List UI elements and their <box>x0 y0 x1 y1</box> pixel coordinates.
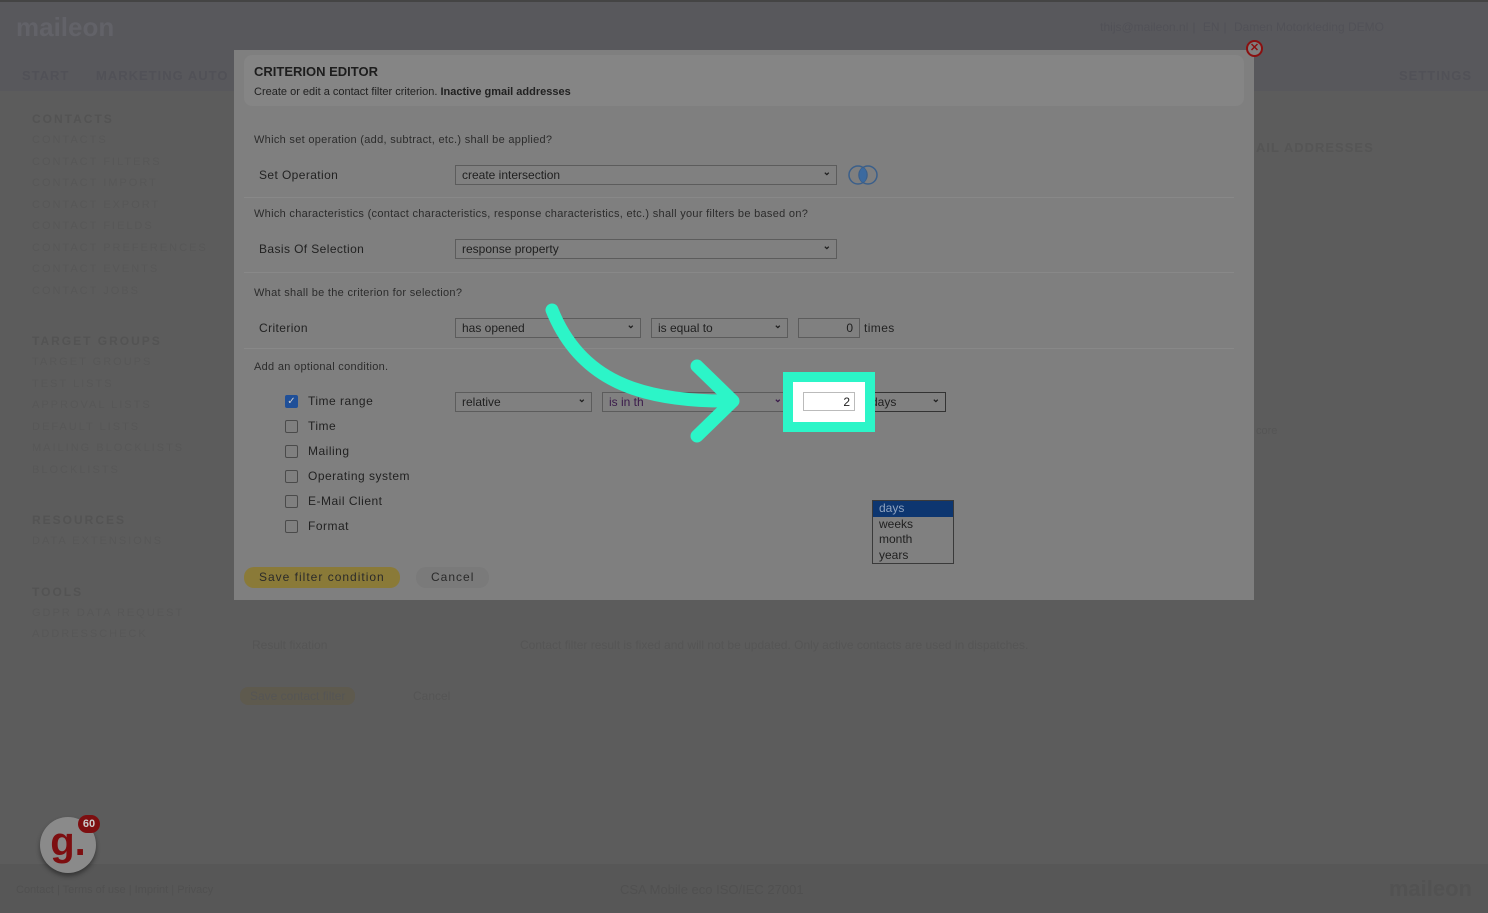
tutorial-arrow-icon <box>545 303 740 443</box>
